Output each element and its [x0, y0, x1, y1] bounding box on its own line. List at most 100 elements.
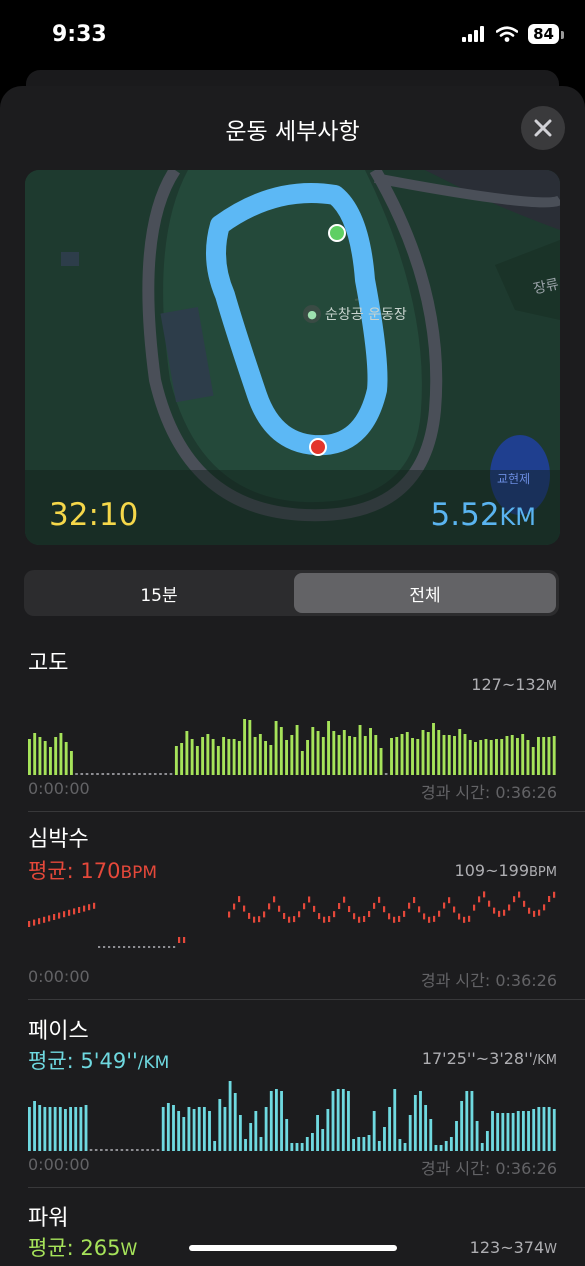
heart-rate-mark [233, 903, 236, 910]
pace-bar [228, 1081, 232, 1151]
heart-rate-mark [473, 904, 476, 911]
pace-bar [208, 1111, 211, 1151]
altitude-bar [290, 735, 294, 775]
altitude-bar [269, 745, 273, 775]
stadium-label-text: 순창공 운동장 [325, 307, 407, 323]
pace-bar [84, 1105, 88, 1151]
pace-bar [460, 1101, 464, 1151]
heart-rate-mark [388, 913, 391, 920]
altitude-bar [306, 740, 310, 775]
altitude-gap-dot [138, 773, 141, 775]
altitude-bar [185, 731, 189, 775]
altitude-bar [526, 740, 530, 775]
altitude-bar [421, 730, 425, 775]
heart-rate-mark [303, 903, 306, 910]
heart-rate-mark [83, 905, 86, 912]
pace-bar [249, 1123, 253, 1151]
heart-rate-mark [448, 897, 451, 904]
pace-bar [485, 1131, 489, 1151]
heart-rate-mark [73, 908, 76, 915]
pace-gap-dot [151, 1149, 155, 1151]
altitude-bar [237, 741, 241, 775]
altitude-bar [69, 751, 73, 775]
altitude-gap-dot [111, 773, 115, 775]
altitude-gap-dot [384, 773, 388, 775]
heart-rate-mark [313, 905, 316, 912]
route-map[interactable]: ● 순창공 운동장 장류 교현제 32:10 5.52KM [25, 170, 560, 545]
altitude-bar [300, 751, 304, 775]
altitude-bar [379, 748, 383, 775]
pace-bar [213, 1141, 217, 1151]
power-avg-label: 평균: [28, 1236, 81, 1260]
heart-rate-mark [438, 910, 441, 917]
pace-bar [434, 1145, 438, 1151]
altitude-bar [405, 732, 409, 775]
heart-rate-mark [378, 896, 381, 903]
pace-gap-dot [125, 1149, 129, 1151]
altitude-bar [516, 738, 519, 775]
segment-all[interactable]: 전체 [294, 573, 556, 613]
power-range-unit: W [544, 1242, 557, 1257]
altitude-bar [216, 746, 220, 775]
altitude-range: 127~132M [471, 675, 557, 694]
heart-rate-section[interactable]: 심박수 평균: 170BPM 109~199BPM 0:00:00 경과 시간:… [0, 821, 585, 991]
heart-rate-mark [418, 906, 421, 913]
heart-rate-mark [153, 946, 156, 948]
heart-rate-mark [308, 896, 311, 903]
pace-bar [424, 1105, 428, 1151]
pace-bar [465, 1091, 469, 1151]
heart-rate-mark [43, 916, 46, 923]
altitude-gap-dot [101, 773, 105, 775]
altitude-range-value: 127~132 [471, 675, 546, 694]
power-section[interactable]: 파워 평균: 265W 123~374W [0, 1196, 585, 1266]
pace-bar [521, 1111, 525, 1151]
altitude-gap-dot [106, 773, 110, 775]
heart-rate-mark [443, 902, 446, 909]
altitude-bar [542, 737, 546, 775]
altitude-gap-dot [127, 773, 131, 775]
pace-chart [28, 1081, 556, 1151]
heart-rate-mark [518, 891, 521, 898]
segment-15min[interactable]: 15분 [28, 573, 290, 613]
heart-rate-mark [548, 896, 551, 903]
altitude-bar [358, 725, 362, 775]
close-button[interactable] [521, 106, 565, 150]
altitude-bar [38, 737, 42, 775]
pace-bar [336, 1089, 340, 1151]
pace-bar [408, 1115, 412, 1151]
altitude-bar [332, 731, 336, 775]
status-time: 9:33 [52, 22, 107, 47]
home-indicator[interactable] [189, 1245, 397, 1251]
pace-bar [326, 1109, 330, 1151]
pace-bar [372, 1111, 376, 1151]
heart-rate-mark [483, 891, 486, 898]
pace-bar [38, 1105, 42, 1151]
altitude-bar [43, 741, 47, 775]
pace-section[interactable]: 페이스 평균: 5'49''/KM 17'25''~3'28''/KM 0:00… [0, 1009, 585, 1179]
heart-rate-range-unit: BPM [529, 865, 557, 880]
altitude-gap-dot [153, 773, 157, 775]
pace-bar [321, 1129, 325, 1151]
heart-rate-mark [328, 916, 331, 923]
power-range: 123~374W [470, 1238, 557, 1257]
heart-rate-mark [228, 911, 231, 918]
altitude-bar [442, 735, 446, 775]
altitude-bar [321, 737, 325, 775]
pace-bar [552, 1109, 556, 1151]
heart-rate-mark [433, 915, 436, 922]
heart-rate-mark [363, 915, 366, 922]
altitude-title: 고도 [28, 651, 69, 676]
altitude-bar [174, 746, 178, 775]
pace-bar [53, 1107, 57, 1151]
altitude-section[interactable]: 고도 127~132M 0:00:00 경과 시간: 0:36:26 [0, 641, 585, 802]
altitude-bar [54, 737, 58, 775]
heart-rate-mark [428, 916, 431, 923]
status-icons: 84 [462, 24, 564, 44]
heart-rate-chart [28, 891, 556, 948]
heart-rate-range: 109~199BPM [455, 861, 557, 880]
pace-bar [341, 1089, 345, 1151]
wifi-icon [496, 26, 519, 42]
pace-bar [316, 1115, 319, 1151]
pace-bar [491, 1111, 494, 1151]
stadium-icon: ● [303, 305, 321, 323]
